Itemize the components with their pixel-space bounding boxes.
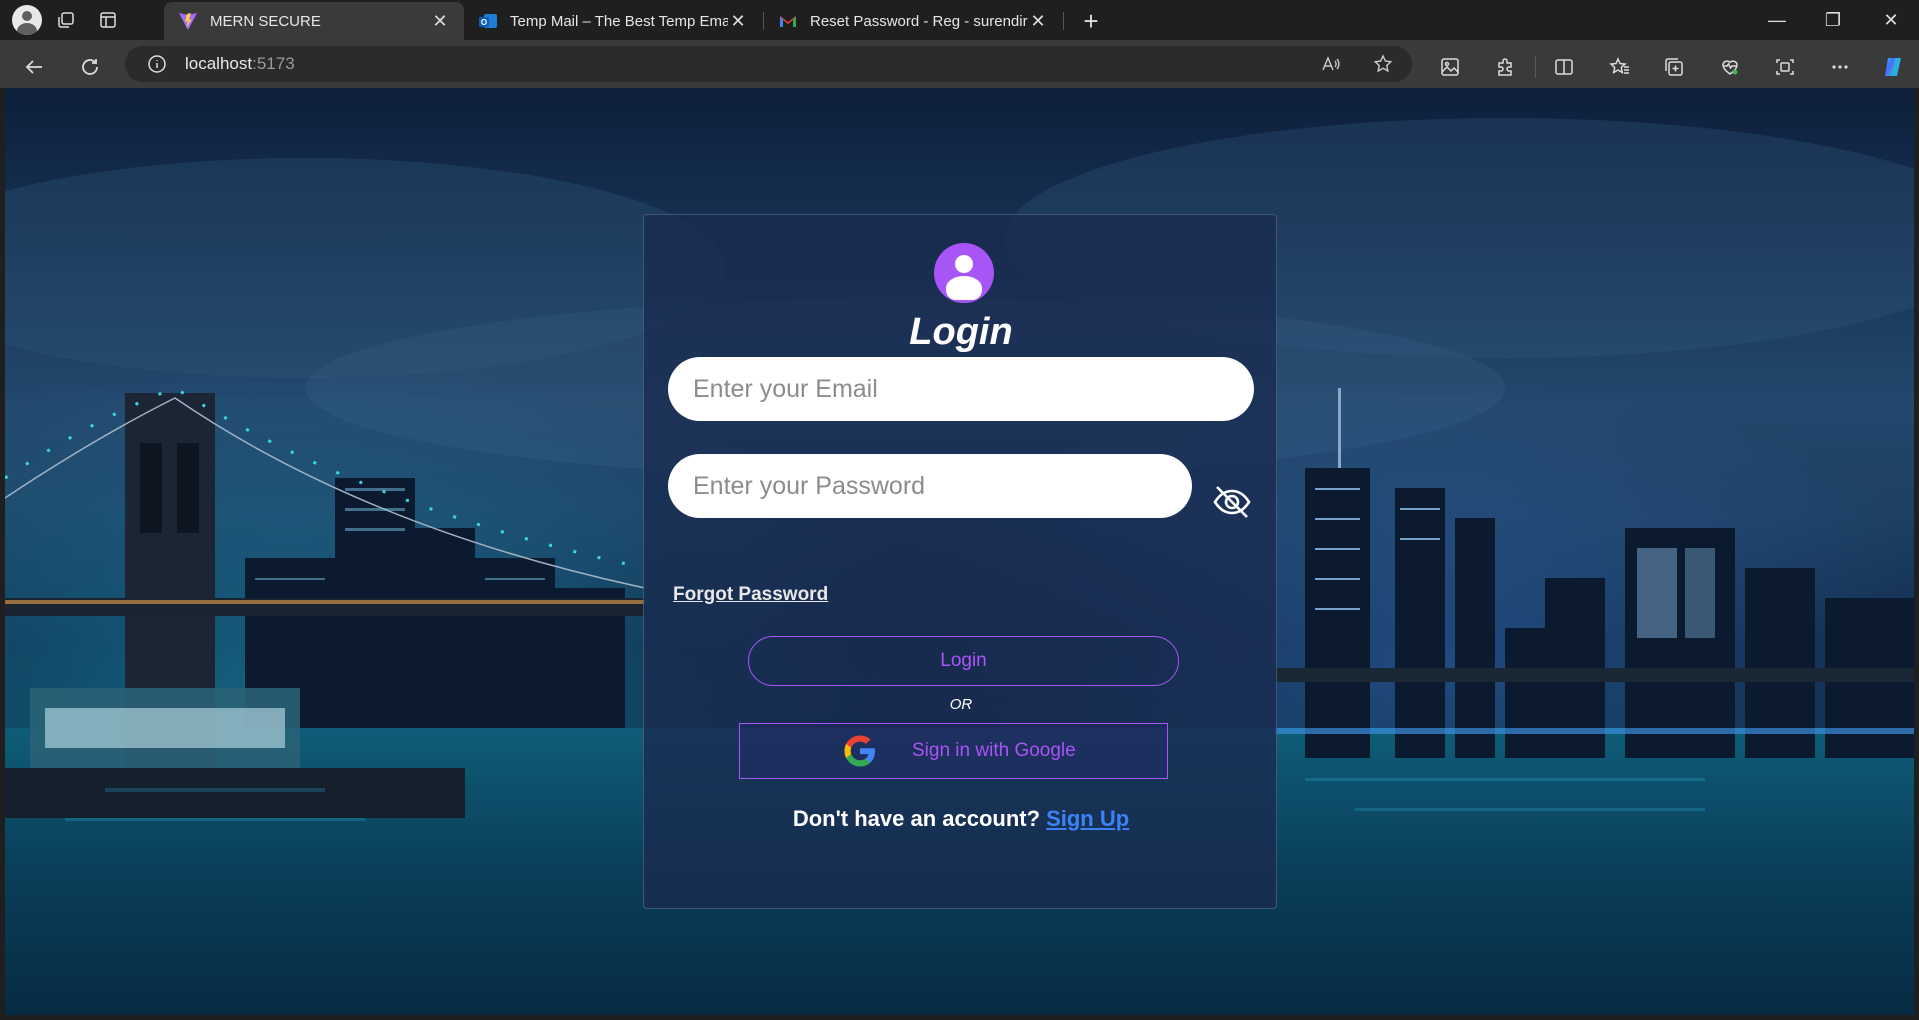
- toggle-password-visibility-icon[interactable]: [1211, 481, 1253, 523]
- password-input[interactable]: [668, 454, 1192, 518]
- tab-reset-password[interactable]: Reset Password - Reg - surendira ✕: [764, 2, 1062, 40]
- user-avatar-icon: [934, 243, 994, 303]
- profile-avatar-icon[interactable]: [12, 5, 42, 35]
- more-options-icon[interactable]: [1823, 50, 1857, 84]
- refresh-icon[interactable]: [73, 50, 107, 84]
- collections-icon[interactable]: [1657, 50, 1691, 84]
- login-title: Login: [909, 311, 1013, 353]
- google-signin-label: Sign in with Google: [912, 740, 1076, 761]
- tab-temp-mail[interactable]: O Temp Mail – The Best Temp Emai ✕: [464, 2, 762, 40]
- login-card: Login Forgot Password Login OR Sign in w…: [643, 214, 1277, 909]
- new-tab-icon[interactable]: +: [1075, 5, 1107, 37]
- login-button[interactable]: Login: [748, 636, 1179, 686]
- address-bar[interactable]: localhost:5173: [125, 46, 1412, 82]
- close-tab-icon[interactable]: ✕: [430, 11, 450, 32]
- vite-icon: [179, 13, 197, 30]
- read-aloud-icon[interactable]: [1316, 49, 1346, 79]
- workspaces-icon[interactable]: [48, 4, 84, 36]
- favorite-star-icon[interactable]: [1368, 49, 1398, 79]
- close-window-icon[interactable]: ✕: [1863, 0, 1919, 40]
- minimize-icon[interactable]: —: [1749, 0, 1805, 40]
- image-icon[interactable]: [1433, 50, 1467, 84]
- gmail-icon: [780, 16, 796, 27]
- close-tab-icon[interactable]: ✕: [1028, 11, 1048, 32]
- tab-title: MERN SECURE: [210, 12, 321, 30]
- back-icon[interactable]: [17, 50, 51, 84]
- toolbar-separator: [1535, 56, 1536, 78]
- url-port: :5173: [252, 54, 295, 73]
- url-text[interactable]: localhost:5173: [185, 54, 295, 74]
- favorites-icon[interactable]: [1603, 50, 1637, 84]
- tab-mern-secure[interactable]: MERN SECURE ✕: [164, 2, 464, 40]
- tab-title: Reset Password - Reg - surendira: [810, 12, 1028, 30]
- forgot-password-link[interactable]: Forgot Password: [673, 584, 828, 606]
- svg-text:O: O: [481, 18, 487, 27]
- browser-essentials-icon[interactable]: [1713, 50, 1747, 84]
- copilot-icon[interactable]: [1876, 50, 1910, 84]
- google-logo-icon: [844, 735, 875, 767]
- email-input[interactable]: [668, 357, 1254, 421]
- site-info-icon[interactable]: [147, 54, 167, 74]
- extensions-icon[interactable]: [1488, 50, 1522, 84]
- page-viewport: Login Forgot Password Login OR Sign in w…: [5, 88, 1914, 1015]
- or-divider: OR: [949, 696, 973, 713]
- tab-separator: [1063, 12, 1064, 30]
- url-host: localhost: [185, 54, 253, 73]
- no-account-text: Don't have an account?: [792, 806, 1041, 831]
- outlook-icon: O: [479, 14, 497, 28]
- signup-link[interactable]: Sign Up: [1046, 806, 1129, 831]
- split-screen-icon[interactable]: [1547, 50, 1581, 84]
- google-signin-button[interactable]: Sign in with Google: [739, 723, 1168, 779]
- signup-prompt: Don't have an account? Sign Up: [644, 806, 1278, 832]
- tab-title: Temp Mail – The Best Temp Emai: [510, 12, 728, 30]
- restore-icon[interactable]: ❐: [1805, 0, 1861, 40]
- close-tab-icon[interactable]: ✕: [728, 11, 748, 32]
- tab-actions-icon[interactable]: [90, 4, 126, 36]
- screenshot-icon[interactable]: [1768, 50, 1802, 84]
